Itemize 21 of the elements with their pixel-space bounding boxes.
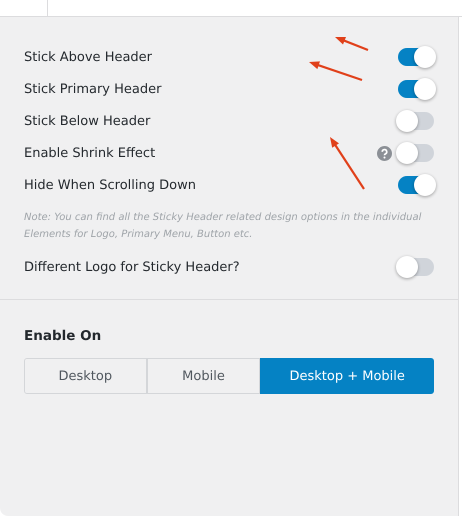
toggle-switch[interactable] <box>398 48 434 66</box>
annotation-arrow <box>309 61 362 82</box>
setting-label: Stick Below Header <box>24 114 152 128</box>
setting-label: Stick Primary Header <box>24 82 162 96</box>
annotation-arrow <box>335 36 368 52</box>
setting-label: Hide When Scrolling Down <box>24 178 197 192</box>
toggle-switch[interactable] <box>398 144 434 162</box>
toggle-switch[interactable] <box>398 80 434 98</box>
setting-label: Different Logo for Sticky Header? <box>24 260 241 274</box>
segment-button[interactable]: Desktop + Mobile <box>260 358 434 394</box>
toggle-switch[interactable] <box>398 258 434 276</box>
setting-label: Stick Above Header <box>24 50 154 64</box>
note-text: Note: You can find all the Sticky Header related design options in the individual Elements for Logo, Primary Menu, Button etc. <box>24 211 422 242</box>
setting-label: Enable Shrink Effect <box>24 146 156 160</box>
section-title: Enable On <box>24 328 102 344</box>
toggle-switch[interactable] <box>398 112 434 130</box>
segment-button[interactable]: Desktop <box>24 358 147 394</box>
toggle-switch[interactable] <box>398 176 434 194</box>
help-icon[interactable] <box>377 146 392 160</box>
annotation-arrow <box>330 137 365 190</box>
segment-button[interactable]: Mobile <box>146 358 260 394</box>
